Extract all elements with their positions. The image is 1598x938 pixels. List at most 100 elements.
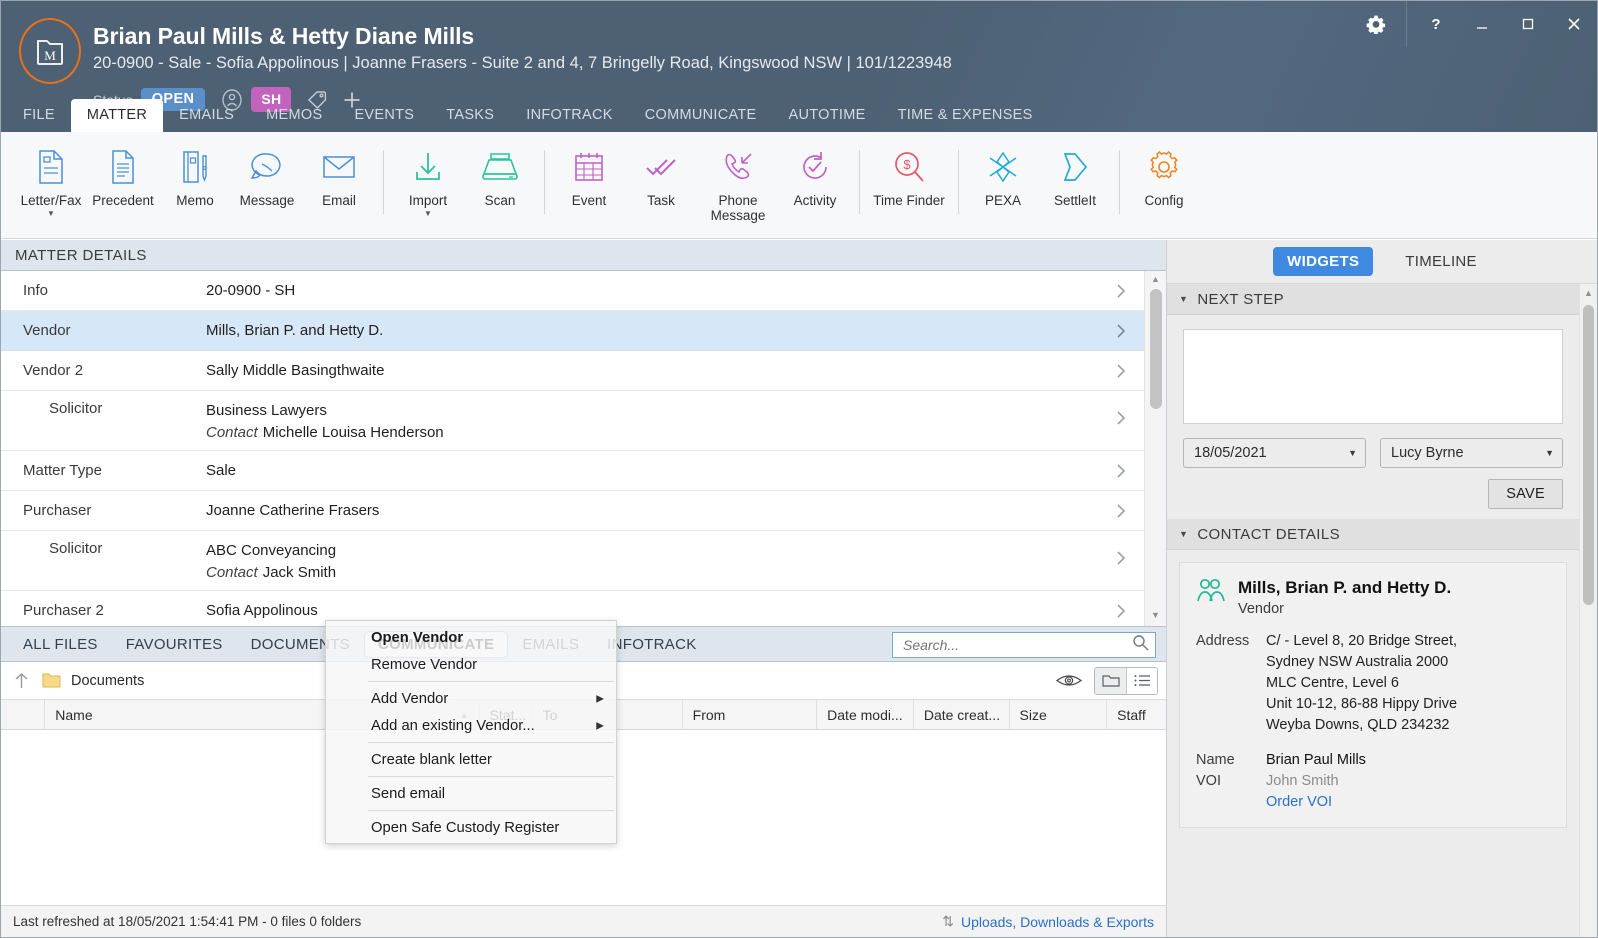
- ribbon-task[interactable]: Task: [625, 132, 697, 208]
- next-step-staff-select[interactable]: Lucy Byrne ▼: [1380, 438, 1563, 468]
- chevron-right-icon[interactable]: [1098, 601, 1144, 620]
- chevron-right-icon[interactable]: [1098, 540, 1144, 567]
- tab-matter[interactable]: MATTER: [70, 99, 164, 132]
- view-mode-toggle[interactable]: [1094, 666, 1158, 695]
- scroll-down-icon[interactable]: ▼: [1151, 607, 1160, 623]
- chevron-right-icon[interactable]: [1098, 361, 1144, 380]
- table-row[interactable]: Info 20-0900 - SH: [1, 271, 1144, 311]
- column-date-created[interactable]: Date creat...: [914, 699, 1010, 730]
- settings-gear-icon[interactable]: [1348, 1, 1404, 47]
- column-select[interactable]: [1, 699, 46, 730]
- chevron-right-icon[interactable]: [1098, 501, 1144, 520]
- column-date-modified[interactable]: Date modi...: [817, 699, 914, 730]
- uploads-link-label[interactable]: Uploads, Downloads & Exports: [961, 914, 1154, 930]
- table-row[interactable]: Vendor Mills, Brian P. and Hetty D.: [1, 311, 1144, 351]
- tab-autotime[interactable]: AUTOTIME: [773, 99, 882, 132]
- tab-file[interactable]: FILE: [7, 99, 71, 132]
- table-row[interactable]: Purchaser Joanne Catherine Frasers: [1, 491, 1144, 531]
- breadcrumb[interactable]: Documents: [71, 673, 144, 689]
- close-button[interactable]: [1551, 1, 1597, 47]
- tab-communicate[interactable]: COMMUNICATE: [629, 99, 773, 132]
- ribbon-event[interactable]: Event: [553, 132, 625, 208]
- files-search-box[interactable]: [892, 632, 1156, 658]
- context-menu-item-create-blank-letter[interactable]: Create blank letter: [326, 746, 616, 773]
- column-from[interactable]: From: [683, 699, 818, 730]
- tab-time-expenses[interactable]: TIME & EXPENSES: [882, 99, 1049, 132]
- context-menu-item-add-vendor[interactable]: Add Vendor ▶: [326, 685, 616, 712]
- tab-timeline[interactable]: TIMELINE: [1391, 247, 1491, 276]
- column-staff[interactable]: Staff: [1107, 700, 1166, 730]
- files-tab-favourites[interactable]: FAVOURITES: [112, 632, 237, 657]
- ribbon-activity[interactable]: Activity: [779, 132, 851, 208]
- save-button[interactable]: SAVE: [1488, 479, 1563, 509]
- table-row[interactable]: Matter Type Sale: [1, 451, 1144, 491]
- next-step-note-input[interactable]: [1183, 329, 1563, 424]
- ribbon-label: Precedent: [92, 193, 154, 208]
- context-menu-item-add-existing-vendor[interactable]: Add an existing Vendor... ▶: [326, 712, 616, 739]
- context-menu-separator: [368, 776, 614, 777]
- collapse-triangle-icon[interactable]: ▼: [1179, 529, 1188, 539]
- files-tab-all-files[interactable]: ALL FILES: [9, 632, 112, 657]
- time-finder-icon: $: [892, 144, 926, 190]
- scrollbar-thumb[interactable]: [1583, 305, 1594, 605]
- help-icon[interactable]: ?: [1413, 1, 1459, 47]
- contact-details-section-header[interactable]: ▼ CONTACT DETAILS: [1167, 519, 1579, 550]
- tab-widgets[interactable]: WIDGETS: [1273, 247, 1374, 276]
- ribbon-letter-fax[interactable]: Letter/Fax ▼: [15, 132, 87, 218]
- row-value: 20-0900 - SH: [206, 281, 296, 299]
- next-step-date-select[interactable]: 18/05/2021 ▼: [1183, 438, 1366, 468]
- folder-view-icon[interactable]: [1095, 667, 1126, 694]
- order-voi-link[interactable]: Order VOI: [1266, 792, 1339, 813]
- table-row[interactable]: Solicitor ABC Conveyancing Contact Jack S…: [1, 531, 1144, 591]
- chevron-down-icon[interactable]: ▼: [47, 209, 55, 218]
- tab-emails[interactable]: EMAILS: [163, 99, 250, 132]
- chevron-right-icon[interactable]: [1098, 400, 1144, 427]
- right-panel-scrollbar[interactable]: ▲: [1579, 284, 1597, 937]
- maximize-button[interactable]: [1505, 1, 1551, 47]
- ribbon-time-finder[interactable]: $ Time Finder: [868, 132, 950, 208]
- tab-memos[interactable]: MEMOS: [250, 99, 338, 132]
- collapse-triangle-icon[interactable]: ▼: [1179, 294, 1188, 304]
- matter-subtitle: 20-0900 - Sale - Sofia Appolinous | Joan…: [93, 54, 952, 72]
- ribbon-phone-message[interactable]: Phone Message: [697, 132, 779, 223]
- chevron-down-icon[interactable]: ▼: [1348, 448, 1357, 458]
- ribbon-email[interactable]: Email: [303, 132, 375, 208]
- ribbon-message[interactable]: Message: [231, 132, 303, 208]
- ribbon-precedent[interactable]: Precedent: [87, 132, 159, 208]
- column-size[interactable]: Size: [1010, 699, 1108, 730]
- ribbon-pexa[interactable]: PEXA: [967, 132, 1039, 208]
- ribbon-import[interactable]: Import ▼: [392, 132, 464, 218]
- ribbon-memo[interactable]: Memo: [159, 132, 231, 208]
- list-view-icon[interactable]: [1126, 667, 1157, 694]
- chevron-right-icon[interactable]: [1098, 321, 1144, 340]
- minimize-button[interactable]: [1459, 1, 1505, 47]
- context-menu-item-open-safe-custody-register[interactable]: Open Safe Custody Register: [326, 814, 616, 841]
- navigate-up-icon[interactable]: [13, 671, 30, 690]
- next-step-controls: 18/05/2021 ▼ Lucy Byrne ▼: [1183, 438, 1563, 468]
- scroll-up-icon[interactable]: ▲: [1584, 284, 1593, 302]
- scroll-up-icon[interactable]: ▲: [1151, 271, 1160, 287]
- context-menu-item-send-email[interactable]: Send email: [326, 780, 616, 807]
- search-input[interactable]: [903, 637, 1132, 653]
- tab-tasks[interactable]: TASKS: [430, 99, 510, 132]
- tab-infotrack[interactable]: INFOTRACK: [510, 99, 628, 132]
- ribbon-config[interactable]: Config: [1128, 132, 1200, 208]
- table-row[interactable]: Vendor 2 Sally Middle Basingthwaite: [1, 351, 1144, 391]
- preview-eye-icon[interactable]: [1044, 672, 1094, 689]
- scrollbar-thumb[interactable]: [1149, 289, 1162, 409]
- ribbon-scan[interactable]: Scan: [464, 132, 536, 208]
- vendor-context-menu[interactable]: Open Vendor Remove Vendor Add Vendor ▶ A…: [325, 620, 617, 844]
- context-menu-item-open-vendor[interactable]: Open Vendor: [326, 624, 616, 651]
- tab-events[interactable]: EVENTS: [338, 99, 430, 132]
- context-menu-item-remove-vendor[interactable]: Remove Vendor: [326, 651, 616, 678]
- uploads-downloads-exports[interactable]: ⇅ Uploads, Downloads & Exports: [942, 913, 1154, 930]
- ribbon-settleit[interactable]: SettleIt: [1039, 132, 1111, 208]
- matter-details-scrollbar[interactable]: ▲ ▼: [1144, 271, 1166, 626]
- chevron-right-icon[interactable]: [1098, 281, 1144, 300]
- chevron-down-icon[interactable]: ▼: [424, 209, 432, 218]
- next-step-section-header[interactable]: ▼ NEXT STEP: [1167, 284, 1579, 315]
- chevron-right-icon[interactable]: [1098, 461, 1144, 480]
- chevron-down-icon[interactable]: ▼: [1545, 448, 1554, 458]
- search-icon[interactable]: [1132, 634, 1149, 656]
- table-row[interactable]: Solicitor Business Lawyers Contact Michel…: [1, 391, 1144, 451]
